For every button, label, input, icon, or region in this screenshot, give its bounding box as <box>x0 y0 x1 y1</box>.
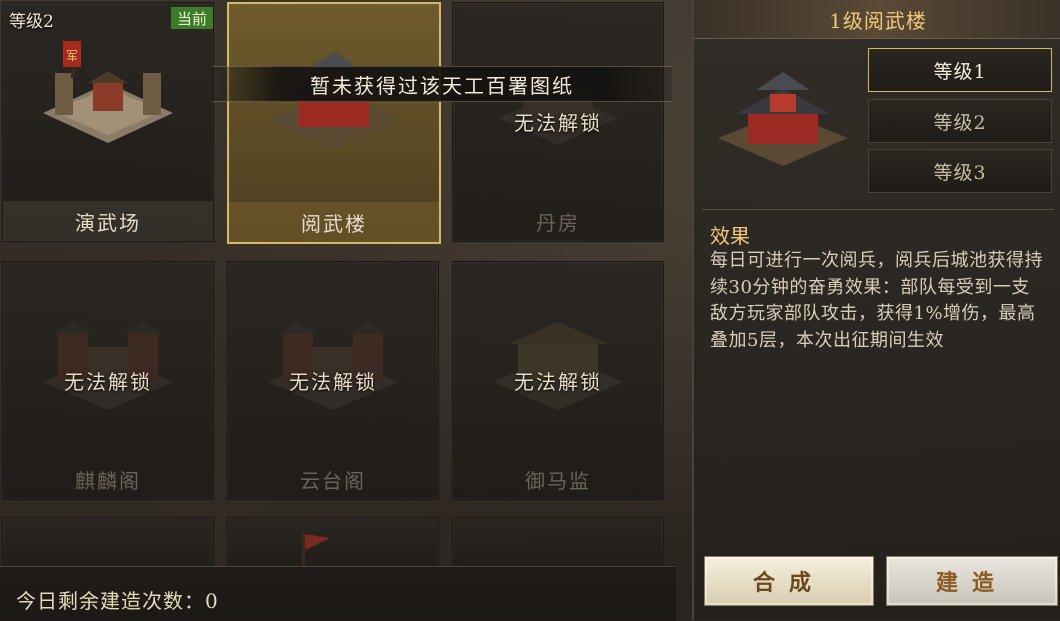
building-card-qilinge[interactable]: 无法解锁 麒麟阁 <box>2 261 214 500</box>
level-3-button[interactable]: 等级3 <box>868 149 1052 193</box>
building-card-yumajian[interactable]: 无法解锁 御马监 <box>452 261 664 500</box>
building-card-yuntaige[interactable]: 无法解锁 云台阁 <box>227 261 439 500</box>
building-name: 丹房 <box>536 210 580 235</box>
building-name: 御马监 <box>525 468 591 493</box>
detail-panel: 1级阅武楼 等级1 等级2 等级3 效果 每日可进行一次阅兵，阅兵后城池获得持续… <box>692 0 1060 620</box>
level-1-button[interactable]: 等级1 <box>868 48 1052 92</box>
svg-text:军: 军 <box>66 49 78 63</box>
current-badge: 当前 <box>171 7 213 29</box>
locked-text: 无法解锁 <box>64 370 152 394</box>
building-preview-icon <box>718 72 848 166</box>
flag-icon <box>302 532 330 566</box>
remaining-builds-text: 今日剩余建造次数：0 <box>16 589 219 613</box>
building-name: 云台阁 <box>300 468 366 493</box>
building-card-yuewulou[interactable]: 阅武楼 <box>227 2 441 244</box>
bottom-status-bar: 今日剩余建造次数：0 <box>0 566 676 621</box>
building-name: 演武场 <box>3 201 213 241</box>
locked-text: 无法解锁 <box>514 111 602 135</box>
current-level-text: 等级2 <box>9 12 54 32</box>
fortress-building-icon: 军 <box>43 38 173 143</box>
level-2-button[interactable]: 等级2 <box>868 99 1052 143</box>
tooltip-message: 暂未获得过该天工百署图纸 <box>212 66 672 102</box>
effect-description: 每日可进行一次阅兵，阅兵后城池获得持续30分钟的奋勇效果：部队每受到一支敌方玩家… <box>710 250 1043 351</box>
synthesize-button[interactable]: 合成 <box>704 556 874 606</box>
building-card-yanwuchang[interactable]: 军 等级2 当前 演武场 <box>2 2 214 242</box>
panel-title: 1级阅武楼 <box>694 0 1060 39</box>
divider <box>702 209 1054 210</box>
effect-title: 效果 <box>710 224 750 248</box>
building-name: 麒麟阁 <box>75 468 141 493</box>
building-name: 阅武楼 <box>229 202 439 242</box>
building-card-danfang[interactable]: 无法解锁 丹房 <box>452 2 664 242</box>
build-button[interactable]: 建造 <box>886 556 1058 606</box>
locked-text: 无法解锁 <box>514 370 602 394</box>
locked-text: 无法解锁 <box>289 370 377 394</box>
